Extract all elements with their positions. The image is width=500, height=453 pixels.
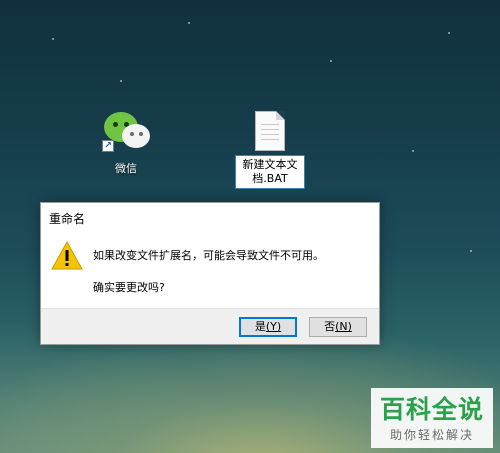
star: [52, 38, 54, 40]
no-button-label: 否: [324, 320, 336, 333]
no-button[interactable]: 否(N): [309, 317, 367, 337]
text-file-icon: [255, 111, 285, 151]
yes-button-label: 是: [254, 320, 266, 333]
shortcut-arrow-icon: ↗: [102, 140, 114, 152]
watermark-logo-text: 百科全说: [379, 395, 484, 424]
star: [412, 150, 414, 152]
dialog-message: 如果改变文件扩展名，可能会导致文件不可用。: [93, 249, 324, 262]
no-button-hotkey: (N): [335, 320, 352, 333]
wechat-icon: ↗: [100, 110, 152, 154]
watermark-tagline: 助你轻松解决: [389, 428, 474, 442]
rename-input[interactable]: 新建文本文 档.BAT: [235, 155, 305, 189]
rename-input-line1: 新建文本文: [242, 158, 298, 171]
star: [448, 32, 450, 34]
rename-dialog: 重命名 如果改变文件扩展名，可能会导致文件不可用。 确实要更改吗? 是(Y) 否…: [40, 202, 380, 345]
dialog-question: 确实要更改吗?: [93, 281, 165, 294]
desktop-icon-label: 微信: [115, 162, 137, 175]
rename-input-line2: 档.BAT: [252, 172, 288, 185]
warning-icon: [51, 241, 83, 270]
star: [330, 60, 332, 62]
yes-button[interactable]: 是(Y): [239, 317, 297, 337]
watermark-logo: 百科全说 助你轻松解决: [371, 388, 493, 448]
dialog-footer: 是(Y) 否(N): [41, 308, 379, 344]
wechat-bubble-white: [122, 124, 150, 148]
yes-button-hotkey: (Y): [265, 320, 282, 333]
star: [470, 250, 472, 252]
desktop-icon-wechat[interactable]: ↗ 微信: [96, 110, 156, 176]
star: [188, 22, 190, 24]
dialog-title: 重命名: [49, 212, 86, 226]
star: [120, 80, 122, 82]
desktop-icon-text-file[interactable]: 新建文本文 档.BAT: [235, 111, 305, 189]
